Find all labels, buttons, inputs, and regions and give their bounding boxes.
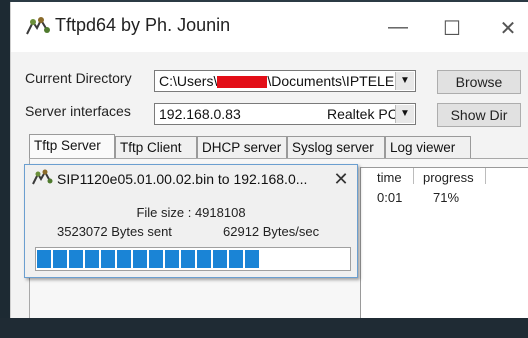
tab-dhcp-server[interactable]: DHCP server — [197, 136, 287, 158]
current-directory-prefix: C:\Users\ — [159, 73, 218, 89]
show-dir-button[interactable]: Show Dir — [437, 103, 521, 127]
progress-block — [117, 250, 131, 268]
dialog-title: SIP1120e05.01.00.02.bin to 192.168.0... — [57, 171, 308, 187]
row-progress: 71% — [433, 190, 460, 205]
chevron-down-icon[interactable]: ▼ — [395, 72, 414, 90]
maximize-button[interactable]: ☐ — [437, 16, 467, 41]
current-directory-suffix: \Documents\IPTELE — [267, 73, 395, 89]
column-header-time[interactable]: time — [377, 170, 402, 185]
transfer-progress-bar — [35, 247, 351, 271]
transfer-list[interactable]: time progress 0:01 71% 3 — [360, 167, 528, 323]
progress-block — [149, 250, 163, 268]
transfer-progress-dialog: SIP1120e05.01.00.02.bin to 192.168.0... … — [24, 164, 358, 278]
progress-block — [69, 250, 83, 268]
server-interface-ip: 192.168.0.83 — [159, 106, 241, 122]
screen-bottom-edge — [0, 318, 528, 338]
server-interfaces-combo[interactable]: 192.168.0.83 Realtek PC ▼ — [154, 103, 416, 125]
progress-block — [245, 250, 259, 268]
minimize-button[interactable]: — — [383, 16, 413, 39]
progress-block — [213, 250, 227, 268]
column-header-progress[interactable]: progress — [423, 170, 474, 185]
tftpd-app-icon — [32, 169, 53, 185]
progress-block — [133, 250, 147, 268]
screen-edge — [0, 0, 10, 338]
progress-block — [101, 250, 115, 268]
close-button[interactable]: ✕ — [493, 16, 523, 41]
progress-block — [165, 250, 179, 268]
window-title: Tftpd64 by Ph. Jounin — [55, 15, 231, 35]
server-interface-name: Realtek PC — [327, 106, 398, 122]
progress-fill — [37, 250, 259, 268]
progress-block — [85, 250, 99, 268]
progress-block — [197, 250, 211, 268]
current-directory-combo[interactable]: C:\Users\ \Documents\IPTELE ▼ — [154, 70, 416, 92]
transfer-rate-text: 62912 Bytes/sec — [223, 224, 320, 239]
server-interfaces-label: Server interfaces — [25, 103, 131, 119]
progress-block — [53, 250, 67, 268]
bytes-sent-text: 3523072 Bytes sent — [57, 224, 172, 239]
tab-syslog-server[interactable]: Syslog server — [287, 136, 385, 158]
progress-block — [181, 250, 195, 268]
browse-button[interactable]: Browse — [437, 70, 521, 94]
dialog-close-button[interactable]: ✕ — [331, 169, 351, 190]
tftpd-app-icon — [26, 17, 50, 35]
current-directory-label: Current Directory — [25, 70, 132, 86]
progress-block — [229, 250, 243, 268]
column-separator[interactable] — [413, 168, 414, 184]
redaction-mark — [217, 76, 268, 89]
tab-tftp-client[interactable]: Tftp Client — [115, 136, 197, 158]
file-size-text: File size : 4918108 — [136, 205, 246, 220]
chevron-down-icon[interactable]: ▼ — [395, 105, 414, 123]
tab-log-viewer[interactable]: Log viewer — [385, 136, 471, 158]
tab-tftp-server[interactable]: Tftp Server — [29, 134, 115, 158]
progress-block — [37, 250, 51, 268]
column-separator[interactable] — [485, 168, 486, 184]
title-bar: Tftpd64 by Ph. Jounin — ☐ ✕ — [11, 2, 528, 52]
row-time: 0:01 — [377, 190, 403, 205]
